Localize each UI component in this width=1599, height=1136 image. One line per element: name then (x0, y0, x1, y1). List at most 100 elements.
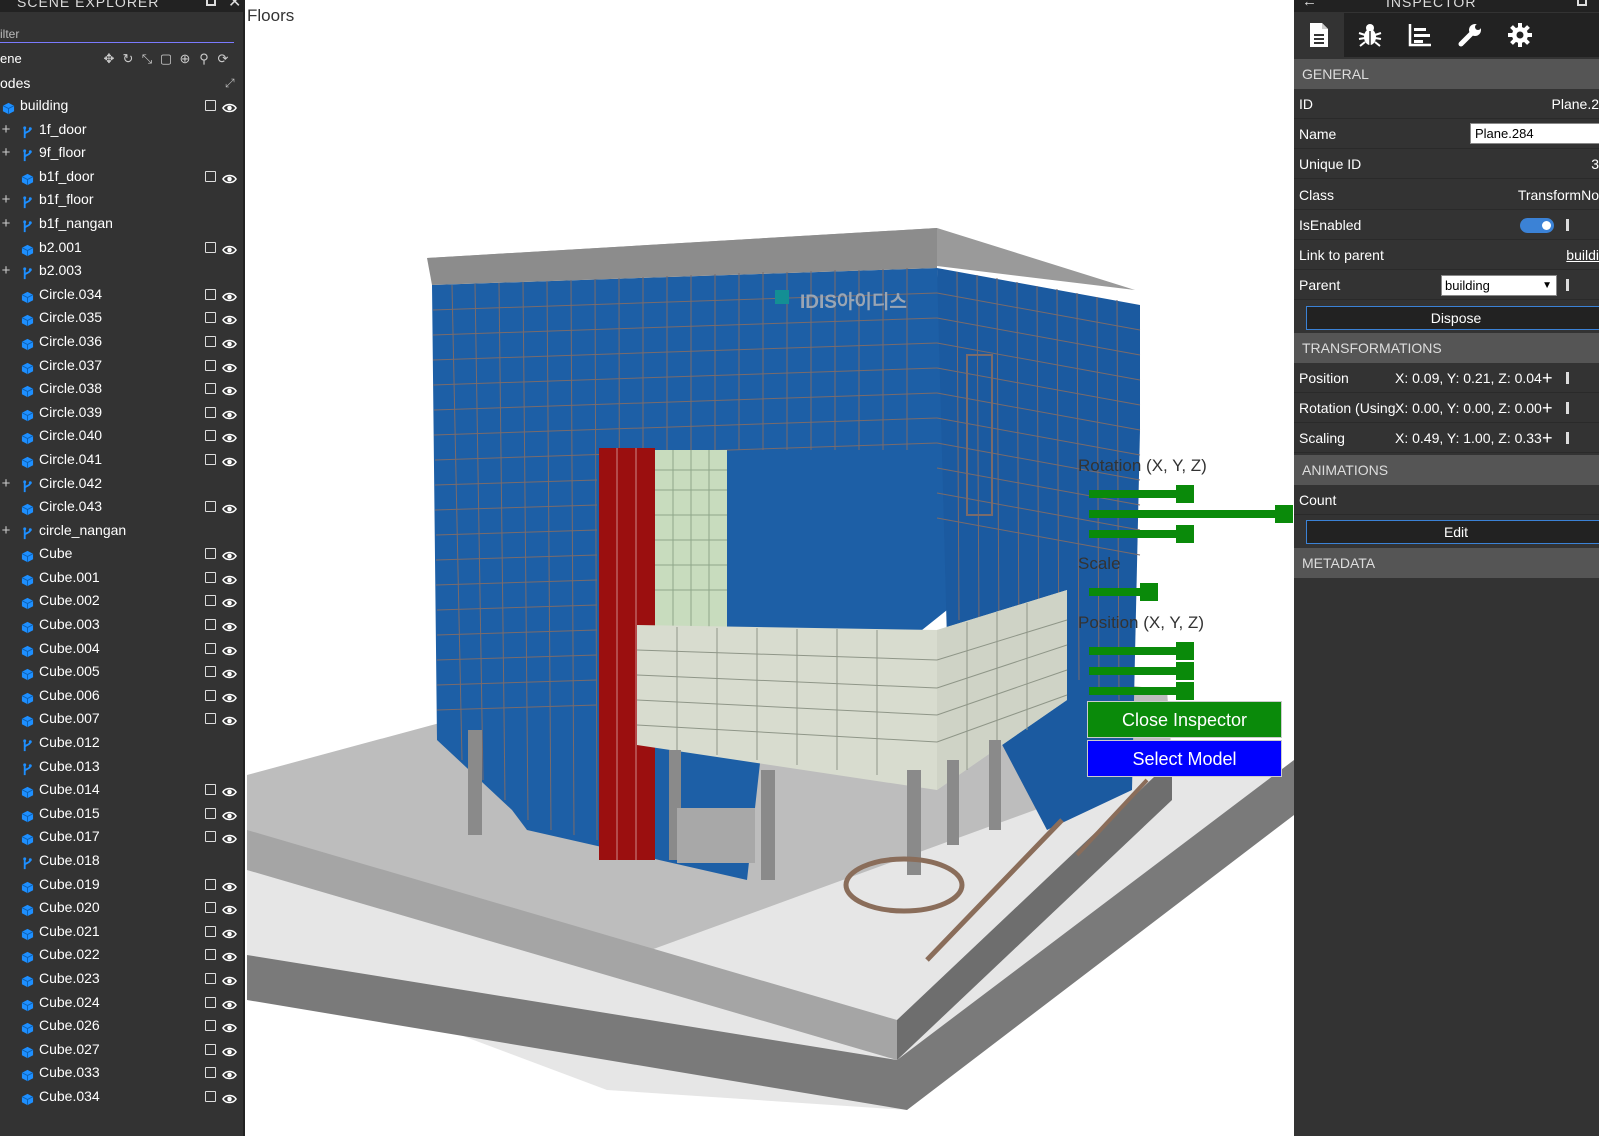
tree-node[interactable]: + circle_nangan (0, 519, 243, 543)
bounding-box-toggle-icon[interactable] (205, 170, 216, 182)
bounding-box-toggle-icon[interactable] (205, 878, 216, 890)
bounding-box-toggle-icon[interactable] (205, 666, 216, 678)
rotate-gizmo-icon[interactable]: ↻ (120, 48, 136, 70)
tree-node[interactable]: Cube.005 (0, 660, 243, 684)
expand-plus-icon[interactable]: + (0, 141, 12, 165)
bounding-box-toggle-icon[interactable] (205, 1090, 216, 1102)
bounding-box-toggle-icon[interactable] (205, 1067, 216, 1079)
position-y-slider[interactable] (1089, 667, 1177, 675)
tree-node[interactable]: Cube.003 (0, 613, 243, 637)
bounding-box-toggle-icon[interactable] (205, 831, 216, 843)
tree-node[interactable]: Cube.024 (0, 991, 243, 1015)
tree-node[interactable]: Cube.007 (0, 707, 243, 731)
tree-node[interactable]: Circle.038 (0, 377, 243, 401)
bounding-box-toggle-icon[interactable] (205, 713, 216, 725)
bounding-box-toggle-icon[interactable] (205, 571, 216, 583)
transformations-section-header[interactable]: TRANSFORMATIONS (1294, 333, 1599, 363)
bounding-box-toggle-icon[interactable] (205, 972, 216, 984)
visibility-eye-icon[interactable] (222, 972, 237, 986)
expand-plus-icon[interactable]: + (0, 188, 12, 212)
bounding-box-toggle-icon[interactable] (205, 288, 216, 300)
edit-animations-button[interactable]: Edit (1306, 520, 1599, 544)
tree-node[interactable]: + b2.003 (0, 259, 243, 283)
tree-node[interactable]: Circle.036 (0, 330, 243, 354)
link-to-parent-link[interactable]: buildi (1566, 240, 1599, 270)
tree-node[interactable]: Cube.033 (0, 1061, 243, 1085)
tree-node[interactable]: Cube.023 (0, 967, 243, 991)
visibility-eye-icon[interactable] (222, 925, 237, 939)
scale-gizmo-icon[interactable]: ⤡ (139, 48, 155, 70)
visibility-eye-icon[interactable] (222, 547, 237, 561)
scale-slider[interactable] (1089, 588, 1141, 596)
visibility-eye-icon[interactable] (222, 99, 237, 113)
tools-tab[interactable] (1444, 13, 1494, 57)
tree-node[interactable]: Circle.039 (0, 401, 243, 425)
bounding-box-toggle-icon[interactable] (205, 548, 216, 560)
tree-node[interactable]: +9f_floor (0, 141, 243, 165)
bounding-box-toggle-icon[interactable] (205, 689, 216, 701)
tree-node[interactable]: Circle.034 (0, 283, 243, 307)
tree-node[interactable]: b1f_door (0, 165, 243, 189)
animations-section-header[interactable]: ANIMATIONS (1294, 455, 1599, 485)
isenabled-toggle[interactable] (1520, 218, 1554, 233)
visibility-eye-icon[interactable] (222, 241, 237, 255)
parent-select[interactable]: building ▼ (1441, 275, 1557, 296)
dispose-button[interactable]: Dispose (1306, 306, 1599, 330)
visibility-eye-icon[interactable] (222, 382, 237, 396)
rotation-value[interactable]: X: 0.00, Y: 0.00, Z: 0.00 (1395, 393, 1542, 422)
tree-node[interactable]: Cube.018 (0, 849, 243, 873)
expand-plus-icon[interactable]: + (0, 519, 12, 543)
expand-plus-icon[interactable]: + (1542, 393, 1553, 422)
properties-tab[interactable] (1294, 13, 1344, 57)
visibility-eye-icon[interactable] (222, 594, 237, 608)
expand-plus-icon[interactable]: + (1542, 423, 1553, 453)
visibility-eye-icon[interactable] (222, 1043, 237, 1057)
visibility-eye-icon[interactable] (222, 712, 237, 726)
visibility-eye-icon[interactable] (222, 1019, 237, 1033)
settings-tab[interactable] (1494, 13, 1544, 57)
nodes-row[interactable]: odes ⤢ (0, 72, 243, 94)
tree-node[interactable]: Cube.027 (0, 1038, 243, 1062)
tree-node[interactable]: + b1f_nangan (0, 212, 243, 236)
visibility-eye-icon[interactable] (222, 1066, 237, 1080)
building-3d-render[interactable]: IDIS아이디스 (247, 0, 1294, 1136)
tree-node[interactable]: Circle.041 (0, 448, 243, 472)
render-viewport[interactable]: IDIS아이디스 Floors Rotation (X, Y, Z) Scale… (247, 0, 1294, 1136)
close-icon[interactable]: ✕ (228, 0, 242, 12)
bounding-box-toggle-icon[interactable] (205, 642, 216, 654)
popout-icon[interactable] (206, 0, 216, 6)
tree-node[interactable]: Cube.006 (0, 684, 243, 708)
tree-node[interactable]: Cube.022 (0, 943, 243, 967)
position-z-knob[interactable] (1176, 682, 1194, 700)
tree-node[interactable]: +1f_door (0, 118, 243, 142)
tree-node[interactable]: Cube.017 (0, 825, 243, 849)
tree-node[interactable]: b2.001 (0, 236, 243, 260)
bounding-box-toggle-icon[interactable] (205, 902, 216, 914)
bounding-box-toggle-icon[interactable] (205, 925, 216, 937)
tree-node[interactable]: + b1f_floor (0, 188, 243, 212)
visibility-eye-icon[interactable] (222, 948, 237, 962)
bounding-box-gizmo-icon[interactable]: ▢ (158, 48, 174, 70)
bounding-box-toggle-icon[interactable] (205, 312, 216, 324)
visibility-eye-icon[interactable] (222, 618, 237, 632)
name-input[interactable]: Plane.284 (1470, 123, 1599, 144)
scaling-value[interactable]: X: 0.49, Y: 1.00, Z: 0.33 (1395, 423, 1542, 453)
bounding-box-toggle-icon[interactable] (205, 406, 216, 418)
filter-input[interactable]: ilter (0, 25, 234, 43)
visibility-eye-icon[interactable] (222, 783, 237, 797)
bounding-box-toggle-icon[interactable] (205, 501, 216, 513)
expand-plus-icon[interactable]: + (0, 118, 12, 142)
visibility-eye-icon[interactable] (222, 689, 237, 703)
visibility-eye-icon[interactable] (222, 571, 237, 585)
visibility-eye-icon[interactable] (222, 288, 237, 302)
tree-node[interactable]: Circle.037 (0, 354, 243, 378)
tree-node[interactable]: building (0, 94, 243, 118)
tree-node[interactable]: Circle.040 (0, 424, 243, 448)
expand-plus-icon[interactable]: + (0, 259, 12, 283)
rotation-z-slider[interactable] (1089, 530, 1177, 538)
visibility-eye-icon[interactable] (222, 996, 237, 1010)
tree-node[interactable]: + Circle.042 (0, 472, 243, 496)
bounding-box-toggle-icon[interactable] (205, 784, 216, 796)
bounding-box-toggle-icon[interactable] (205, 430, 216, 442)
select-model-button[interactable]: Select Model (1087, 740, 1282, 777)
